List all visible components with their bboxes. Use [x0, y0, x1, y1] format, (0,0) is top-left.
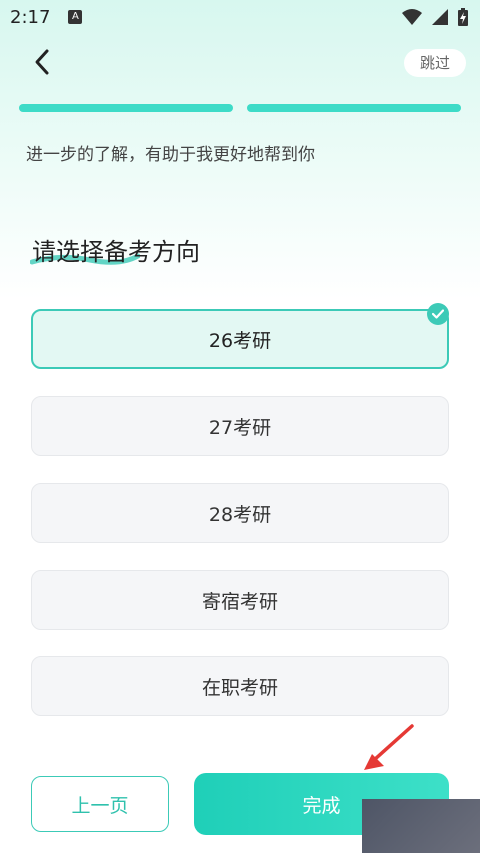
back-button[interactable]: [24, 44, 60, 80]
progress-step-2: [247, 104, 461, 112]
skip-button[interactable]: 跳过: [404, 49, 466, 77]
option-label: 寄宿考研: [201, 590, 278, 613]
option-label: 26考研: [208, 329, 272, 352]
status-time: 2:17: [10, 6, 51, 28]
progress-step-1: [19, 104, 233, 112]
battery-charging-icon: [458, 8, 468, 26]
progress-bar: [19, 104, 461, 112]
status-bar: 2:17 A: [0, 0, 480, 34]
option-26-kaoyan[interactable]: 26考研: [31, 303, 449, 369]
corner-image-overlay: [362, 799, 480, 853]
option-28-kaoyan[interactable]: 28考研: [31, 483, 449, 543]
option-onjob-kaoyan[interactable]: 在职考研: [31, 656, 449, 716]
wifi-icon: [402, 9, 422, 25]
page-title: 请选择备考方向: [32, 238, 200, 266]
signal-icon: [432, 9, 448, 25]
red-arrow-annotation: [364, 724, 414, 770]
chevron-left-icon: [35, 49, 49, 75]
notification-a-icon: A: [68, 10, 83, 24]
option-label: 27考研: [208, 416, 272, 439]
page-subtitle: 进一步的了解，有助于我更好地帮到你: [26, 145, 315, 165]
prev-page-button[interactable]: 上一页: [31, 776, 169, 832]
option-label: 28考研: [208, 503, 272, 526]
option-label: 在职考研: [201, 676, 278, 699]
option-27-kaoyan[interactable]: 27考研: [31, 396, 449, 456]
option-boarding-kaoyan[interactable]: 寄宿考研: [31, 570, 449, 630]
check-icon: [427, 303, 449, 325]
